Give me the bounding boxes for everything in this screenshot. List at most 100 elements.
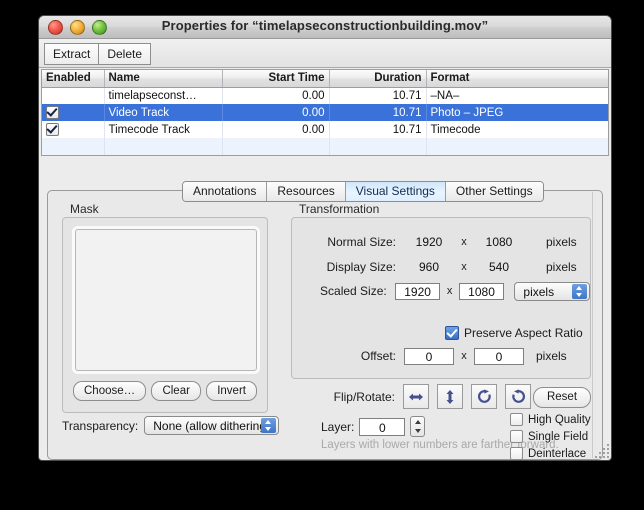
scaled-size-row: Scaled Size: 1920 x 1080 pixels (292, 281, 590, 301)
preserve-aspect-ratio-label: Preserve Aspect Ratio (464, 326, 583, 340)
row-duration-cell: 10.71 (329, 104, 426, 121)
enabled-checkbox[interactable] (46, 123, 59, 136)
empty-cell (42, 138, 104, 155)
display-size-height: 540 (474, 260, 524, 274)
panel-divider (592, 192, 593, 458)
row-format-cell: Photo – JPEG (426, 104, 608, 121)
empty-cell (222, 138, 329, 155)
screen: Properties for “timelapseconstructionbui… (0, 0, 644, 510)
row-start-time-cell: 0.00 (222, 121, 329, 138)
layer-row: Layer: 0 (321, 416, 425, 437)
options-group: High Quality Single Field Deinterlace (510, 411, 591, 461)
chevron-updown-icon[interactable] (261, 418, 276, 433)
mask-invert-button[interactable]: Invert (206, 381, 257, 401)
flip-rotate-row: Flip/Rotate: (291, 384, 539, 409)
column-header-start-time[interactable]: Start Time (222, 70, 329, 87)
flip-vertical-icon[interactable] (437, 384, 463, 409)
offset-y-input[interactable]: 0 (474, 348, 524, 365)
normal-size-label: Normal Size: (292, 235, 404, 249)
high-quality-checkbox[interactable] (510, 413, 523, 426)
flip-rotate-label: Flip/Rotate: (291, 390, 403, 404)
column-header-enabled[interactable]: Enabled (42, 70, 104, 87)
empty-cell (426, 138, 608, 155)
row-enabled-cell[interactable] (42, 87, 104, 104)
scaled-size-unit-value: pixels (523, 285, 554, 299)
window-title: Properties for “timelapseconstructionbui… (39, 18, 611, 33)
reset-button[interactable]: Reset (533, 387, 591, 408)
mask-choose-button[interactable]: Choose… (73, 381, 146, 401)
extract-button[interactable]: Extract (44, 43, 99, 65)
mask-group-box: Choose… Clear Invert (62, 217, 268, 413)
column-header-name[interactable]: Name (104, 70, 222, 87)
display-size-label: Display Size: (292, 260, 404, 274)
deinterlace-label: Deinterlace (528, 448, 586, 460)
empty-cell (329, 138, 426, 155)
row-start-time-cell: 0.00 (222, 87, 329, 104)
tab-resources[interactable]: Resources (267, 182, 345, 201)
normal-size-height: 1080 (474, 235, 524, 249)
mask-button-row: Choose… Clear Invert (73, 381, 257, 401)
tab-annotations[interactable]: Annotations (183, 182, 267, 201)
column-header-duration[interactable]: Duration (329, 70, 426, 87)
display-size-x: x (454, 261, 474, 273)
row-duration-cell: 10.71 (329, 121, 426, 138)
toolbar: Extract Delete (39, 39, 611, 68)
transformation-group-box: Normal Size: 1920 x 1080 pixels Display … (291, 217, 591, 379)
track-table[interactable]: Enabled Name Start Time Duration Format … (41, 69, 609, 156)
rotate-counterclockwise-icon[interactable] (505, 384, 531, 409)
scaled-size-width-input[interactable]: 1920 (395, 283, 441, 300)
column-header-format[interactable]: Format (426, 70, 608, 87)
row-duration-cell: 10.71 (329, 87, 426, 104)
table-row[interactable]: Video Track 0.00 10.71 Photo – JPEG (42, 104, 608, 121)
offset-unit: pixels (524, 349, 567, 363)
delete-button[interactable]: Delete (99, 43, 151, 65)
display-size-unit: pixels (524, 260, 577, 274)
single-field-checkbox[interactable] (510, 430, 523, 443)
scaled-size-x: x (440, 285, 458, 297)
transparency-dropdown[interactable]: None (allow dithering) (144, 416, 279, 435)
row-name-cell: timelapseconst… (104, 87, 222, 104)
high-quality-option[interactable]: High Quality (510, 411, 591, 428)
offset-x-input[interactable]: 0 (404, 348, 454, 365)
deinterlace-option[interactable]: Deinterlace (510, 445, 591, 461)
tab-visual-settings[interactable]: Visual Settings (346, 182, 446, 201)
preserve-aspect-ratio-row[interactable]: Preserve Aspect Ratio (445, 326, 583, 340)
offset-row: Offset: 0 x 0 pixels (292, 346, 590, 366)
row-enabled-cell[interactable] (42, 121, 104, 138)
toolbar-button-group: Extract Delete (44, 43, 151, 65)
mask-preview-well[interactable] (75, 229, 257, 371)
scaled-size-unit-dropdown[interactable]: pixels (514, 282, 590, 301)
layer-input[interactable]: 0 (359, 418, 405, 436)
table-header-row: Enabled Name Start Time Duration Format (42, 70, 608, 87)
rotate-clockwise-icon[interactable] (471, 384, 497, 409)
window-titlebar[interactable]: Properties for “timelapseconstructionbui… (39, 16, 611, 39)
display-size-row: Display Size: 960 x 540 pixels (292, 257, 590, 277)
row-format-cell: –NA– (426, 87, 608, 104)
mask-clear-button[interactable]: Clear (151, 381, 200, 401)
chevron-updown-icon[interactable] (572, 284, 587, 299)
row-enabled-cell[interactable] (42, 104, 104, 121)
empty-cell (104, 138, 222, 155)
tab-other-settings[interactable]: Other Settings (446, 182, 543, 201)
table-row[interactable]: timelapseconst… 0.00 10.71 –NA– (42, 87, 608, 104)
offset-label: Offset: (292, 349, 404, 363)
scaled-size-label: Scaled Size: (292, 284, 395, 298)
transformation-group-label: Transformation (299, 202, 379, 216)
transparency-value: None (allow dithering) (153, 419, 270, 433)
single-field-label: Single Field (528, 431, 588, 443)
mask-group-label: Mask (70, 202, 99, 216)
tab-bar: Annotations Resources Visual Settings Ot… (182, 181, 544, 202)
transparency-label: Transparency: (62, 419, 138, 433)
deinterlace-checkbox[interactable] (510, 447, 523, 460)
table-row[interactable]: Timecode Track 0.00 10.71 Timecode (42, 121, 608, 138)
single-field-option[interactable]: Single Field (510, 428, 591, 445)
preserve-aspect-ratio-checkbox[interactable] (445, 326, 459, 340)
layer-stepper[interactable] (410, 416, 425, 437)
enabled-checkbox[interactable] (46, 106, 59, 119)
normal-size-unit: pixels (524, 235, 577, 249)
layer-label: Layer: (321, 420, 354, 434)
flip-horizontal-icon[interactable] (403, 384, 429, 409)
resize-grip[interactable] (595, 444, 609, 458)
visual-settings-panel: Mask Choose… Clear Invert Transformation… (47, 190, 603, 460)
scaled-size-height-input[interactable]: 1080 (459, 283, 505, 300)
